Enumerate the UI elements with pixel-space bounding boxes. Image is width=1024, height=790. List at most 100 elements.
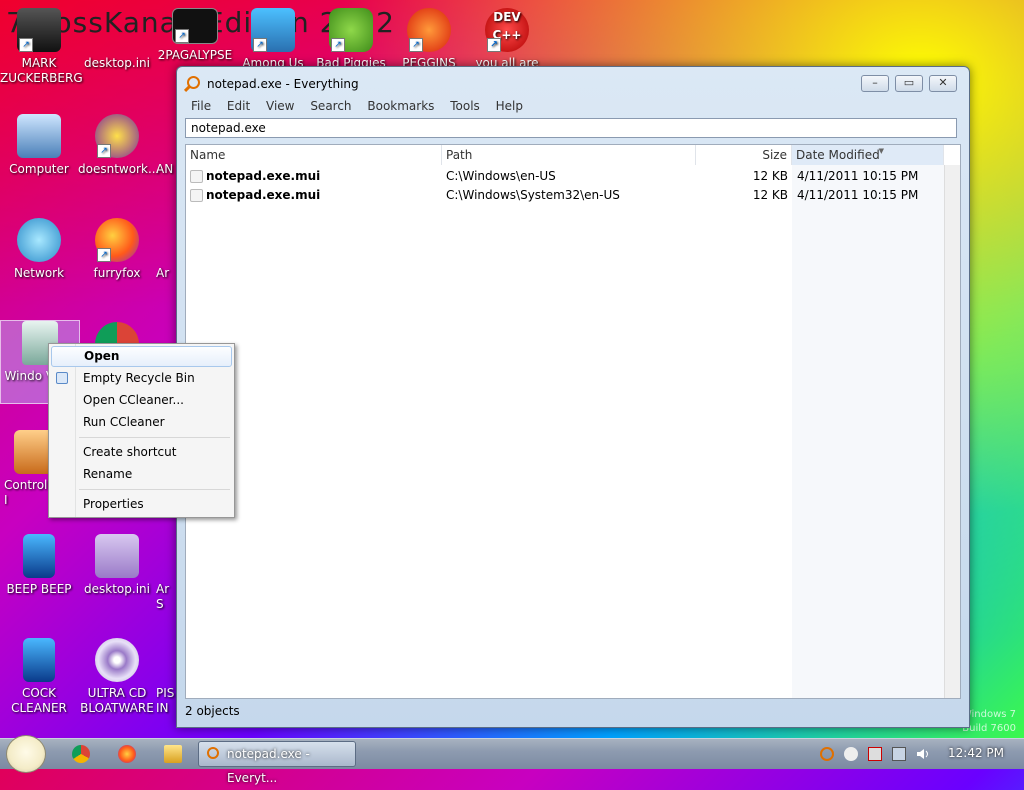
- desktop-icon-network[interactable]: Network: [0, 218, 78, 281]
- start-button[interactable]: [6, 735, 46, 773]
- desktop-icon-an-1[interactable]: AN: [156, 114, 178, 177]
- menu-item-create-shortcut[interactable]: Create shortcut: [51, 442, 232, 463]
- desktop-icon-desktop-ini[interactable]: desktop.ini: [78, 8, 156, 71]
- firefox-icon[interactable]: [118, 745, 136, 763]
- magnifier-icon: [187, 76, 200, 89]
- desktop-icon-label: desktop.ini: [84, 582, 150, 596]
- row-date: 4/11/2011 10:15 PM: [797, 188, 919, 202]
- desktop-icon-label: ULTRA CD BLOATWARE: [80, 686, 154, 715]
- desktop-icon-an-2[interactable]: Ar: [156, 218, 176, 281]
- desktop-icon-an-3[interactable]: Ar S: [156, 534, 176, 612]
- shortcut-arrow-icon: ↗: [331, 38, 345, 52]
- menu-view[interactable]: View: [260, 97, 300, 115]
- computer-icon: [17, 114, 61, 158]
- desktop-icon-pis[interactable]: PIS IN: [156, 638, 178, 716]
- desktop-icon-label: MARK ZUCKERBERG: [0, 56, 83, 85]
- cd-icon: [95, 638, 139, 682]
- among-us-icon: ↗: [251, 8, 295, 52]
- menu-search[interactable]: Search: [304, 97, 357, 115]
- desktop-icon-label: Ar S: [156, 582, 170, 611]
- dev-cpp-icon: DEV C++ ↗: [485, 8, 529, 52]
- title-bar[interactable]: notepad.exe - Everything – ▭ ✕: [177, 67, 969, 97]
- desktop-icon-you-all-are[interactable]: DEV C++ ↗ you all are: [468, 8, 546, 71]
- desktop-icon-apocalypse[interactable]: ↗ 2PAGALYPSE: [156, 8, 234, 63]
- desktop-icon-ultra-cd[interactable]: ULTRA CD BLOATWARE: [78, 638, 156, 716]
- vertical-scrollbar[interactable]: [944, 165, 960, 698]
- pig-icon: ↗: [329, 8, 373, 52]
- table-row[interactable]: notepad.exe.mui C:\Windows\System32\en-U…: [186, 186, 960, 205]
- column-header-size[interactable]: Size: [696, 145, 792, 165]
- taskbar-button-everything[interactable]: notepad.exe - Everyt...: [198, 741, 356, 785]
- desktop-icon-doesntwork[interactable]: ↗ doesntwork...: [78, 114, 159, 177]
- yahoo-messenger-icon: ↗: [95, 114, 139, 158]
- smiley-tray-icon[interactable]: [844, 747, 858, 761]
- folder-icon[interactable]: [164, 745, 182, 763]
- desktop-icon-cock-cleaner[interactable]: COCK CLEANER: [0, 638, 78, 716]
- menu-separator: [79, 489, 230, 490]
- menu-bookmarks[interactable]: Bookmarks: [361, 97, 440, 115]
- row-size: 12 KB: [752, 169, 788, 183]
- context-menu: Open Empty Recycle Bin Open CCleaner... …: [48, 343, 235, 518]
- menu-item-open[interactable]: Open: [51, 346, 232, 367]
- shortcut-arrow-icon: ↗: [487, 38, 501, 52]
- row-name: notepad.exe.mui: [206, 188, 321, 202]
- person-icon: ↗: [17, 8, 61, 52]
- menu-item-open-ccleaner[interactable]: Open CCleaner...: [51, 390, 232, 411]
- search-input[interactable]: notepad.exe: [185, 118, 957, 138]
- control-panel-icon: [14, 430, 50, 474]
- network-tray-icon[interactable]: [892, 747, 906, 761]
- everything-tray-icon[interactable]: [820, 747, 834, 761]
- row-size: 12 KB: [752, 188, 788, 202]
- sorted-column-highlight: [792, 165, 944, 698]
- taskbar-clock[interactable]: 12:42 PM: [948, 746, 1004, 760]
- shortcut-arrow-icon: ↗: [19, 38, 33, 52]
- shortcut-arrow-icon: ↗: [97, 144, 111, 158]
- desktop-icon-peggins[interactable]: ↗ PEGGINS: [390, 8, 468, 71]
- menu-file[interactable]: File: [185, 97, 217, 115]
- network-globe-icon: [17, 218, 61, 262]
- menu-item-rename[interactable]: Rename: [51, 464, 232, 485]
- close-button[interactable]: ✕: [929, 75, 957, 92]
- shortcut-arrow-icon: ↗: [97, 248, 111, 262]
- desktop-icon-label: COCK CLEANER: [11, 686, 67, 715]
- table-row[interactable]: notepad.exe.mui C:\Windows\en-US 12 KB 4…: [186, 167, 960, 186]
- menu-tools[interactable]: Tools: [444, 97, 486, 115]
- desktop-icon-label: Network: [13, 266, 65, 280]
- menu-help[interactable]: Help: [490, 97, 529, 115]
- desktop-icon-desktop-ini-2[interactable]: desktop.ini: [78, 534, 156, 597]
- menu-edit[interactable]: Edit: [221, 97, 256, 115]
- blue-book-icon: [23, 534, 55, 578]
- magnifier-icon: [207, 747, 219, 759]
- window-title: notepad.exe - Everything: [207, 77, 359, 91]
- chrome-icon[interactable]: [72, 745, 90, 763]
- desktop-icon-mark-zuckerberg[interactable]: ↗ MARK ZUCKERBERG: [0, 8, 83, 86]
- column-header-date-modified[interactable]: Date Modified: [792, 145, 944, 165]
- desktop-icon-among-us[interactable]: ↗ Among Us: [234, 8, 312, 71]
- desktop-icon-control-panel[interactable]: Control I: [0, 430, 50, 508]
- column-header-name[interactable]: Name: [186, 145, 442, 165]
- desktop-icon-label: Ar: [156, 266, 170, 280]
- desktop-icon-computer[interactable]: Computer: [0, 114, 78, 177]
- desktop-icon-label: AN: [156, 162, 174, 176]
- desktop-icon-bad-piggies[interactable]: ↗ Bad Piggies: [312, 8, 390, 71]
- results-list: Name Path Size Date Modified ▼ notepad.e…: [185, 144, 961, 699]
- action-center-icon[interactable]: [868, 747, 882, 761]
- desktop-icon-label: Computer: [9, 162, 69, 176]
- taskbar: notepad.exe - Everyt... 12:42 PM: [0, 735, 1024, 785]
- desktop-icon-beep-beep[interactable]: BEEP BEEP: [0, 534, 78, 597]
- row-date: 4/11/2011 10:15 PM: [797, 169, 919, 183]
- shortcut-arrow-icon: ↗: [175, 29, 189, 43]
- column-header-path[interactable]: Path: [442, 145, 696, 165]
- menu-item-run-ccleaner[interactable]: Run CCleaner: [51, 412, 232, 433]
- volume-icon[interactable]: [916, 747, 930, 761]
- shortcut-arrow-icon: ↗: [253, 38, 267, 52]
- menu-item-empty-recycle-bin[interactable]: Empty Recycle Bin: [51, 368, 232, 389]
- shortcut-arrow-icon: ↗: [409, 38, 423, 52]
- menu-item-properties[interactable]: Properties: [51, 494, 232, 515]
- menu-bar: File Edit View Search Bookmarks Tools He…: [185, 97, 961, 117]
- desktop-icon-furryfox[interactable]: ↗ furryfox: [78, 218, 156, 281]
- minimize-button[interactable]: –: [861, 75, 889, 92]
- maximize-button[interactable]: ▭: [895, 75, 923, 92]
- desktop-icon-label: desktop.ini: [84, 56, 150, 70]
- desktop-icon-label: PIS IN: [156, 686, 175, 715]
